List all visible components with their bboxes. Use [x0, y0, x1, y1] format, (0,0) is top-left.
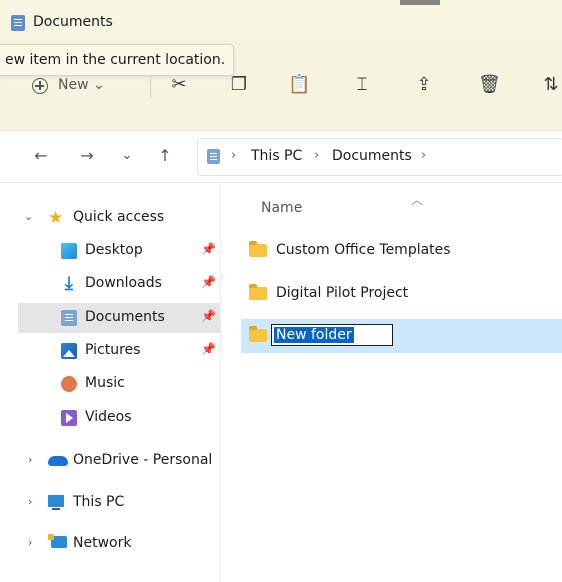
folder-icon: [249, 326, 267, 342]
music-icon: [61, 376, 77, 392]
chevron-right-icon[interactable]: ›: [28, 453, 32, 466]
column-header-name[interactable]: Name: [261, 200, 302, 216]
nav-label: Network: [73, 535, 132, 551]
documents-icon: [207, 149, 220, 164]
rename-input[interactable]: New folder: [271, 324, 393, 346]
navigation-bar: ← → ⌄ ↑ › This PC › Documents ›: [0, 130, 562, 183]
toolbar-separator: [150, 74, 151, 98]
rename-icon[interactable]: ⌶: [351, 74, 373, 96]
address-bar[interactable]: › This PC › Documents ›: [197, 138, 562, 176]
window-title: Documents: [33, 14, 113, 30]
breadcrumb-separator: ›: [231, 148, 237, 163]
folder-icon: [249, 284, 267, 300]
pin-icon: 📌: [201, 275, 216, 289]
chevron-right-icon[interactable]: ›: [28, 536, 32, 549]
nav-onedrive[interactable]: › OneDrive - Personal: [0, 446, 220, 476]
pin-icon: 📌: [201, 309, 216, 323]
up-button[interactable]: ↑: [154, 145, 176, 167]
videos-icon: [61, 410, 77, 426]
pin-icon: 📌: [201, 242, 216, 256]
nav-this-pc[interactable]: › This PC: [0, 488, 220, 518]
delete-icon[interactable]: 🗑: [478, 74, 501, 96]
nav-label: OneDrive - Personal: [73, 452, 213, 468]
nav-documents[interactable]: Documents 📌: [18, 303, 220, 333]
folder-icon: [249, 241, 267, 257]
chevron-down-icon[interactable]: ⌄: [24, 210, 33, 223]
copy-icon[interactable]: ❐: [228, 74, 250, 96]
pin-icon: 📌: [201, 342, 216, 356]
breadcrumb-separator: ›: [314, 148, 320, 163]
nav-label: Quick access: [73, 209, 165, 225]
breadcrumb-separator[interactable]: ›: [421, 148, 426, 163]
tooltip: ew item in the current location.: [0, 44, 235, 76]
downloads-icon: ⤓: [65, 273, 73, 294]
star-icon: ★: [48, 208, 64, 228]
nav-label: Videos: [85, 409, 132, 425]
breadcrumb-documents[interactable]: Documents: [332, 148, 412, 164]
nav-label: Pictures: [85, 342, 141, 358]
chevron-right-icon[interactable]: ›: [28, 495, 32, 508]
onedrive-icon: [48, 456, 68, 466]
forward-button[interactable]: →: [76, 145, 98, 167]
new-button-label: New: [58, 77, 89, 93]
file-row[interactable]: Digital Pilot Project: [241, 277, 562, 311]
nav-network[interactable]: › Network: [0, 529, 220, 559]
nav-label: Music: [85, 375, 125, 391]
rename-selected-text: New folder: [274, 327, 354, 343]
documents-icon: [61, 310, 77, 326]
recent-locations-button[interactable]: ⌄: [116, 145, 138, 167]
cut-icon[interactable]: ✂: [168, 74, 190, 96]
nav-desktop[interactable]: Desktop 📌: [0, 236, 220, 266]
file-row[interactable]: New folder: [241, 319, 562, 353]
this-pc-icon: [48, 495, 64, 510]
sort-ascending-icon: ︿: [411, 193, 424, 207]
nav-label: Documents: [85, 309, 165, 325]
nav-label: This PC: [73, 494, 125, 510]
desktop-icon: [61, 243, 77, 259]
nav-videos[interactable]: Videos: [0, 403, 220, 433]
title-bar-edge: [400, 0, 440, 5]
nav-label: Downloads: [85, 275, 162, 291]
nav-quick-access[interactable]: ⌄ ★ Quick access: [0, 203, 220, 233]
nav-pictures[interactable]: Pictures 📌: [0, 336, 220, 366]
paste-icon[interactable]: 📋: [288, 74, 310, 96]
navigation-pane: ⌄ ★ Quick access Desktop 📌 ⤓ Downloads 📌…: [0, 183, 221, 582]
pictures-icon: [61, 343, 77, 359]
chevron-down-icon: ⌄: [93, 77, 105, 93]
file-row[interactable]: Custom Office Templates: [241, 234, 562, 268]
share-icon[interactable]: ⇪: [413, 74, 435, 96]
back-button[interactable]: ←: [30, 145, 52, 167]
nav-label: Desktop: [85, 242, 143, 258]
breadcrumb-this-pc[interactable]: This PC: [251, 148, 302, 164]
network-icon: [48, 534, 67, 548]
nav-downloads[interactable]: ⤓ Downloads 📌: [0, 269, 220, 299]
nav-music[interactable]: Music: [0, 369, 220, 399]
documents-icon: [11, 15, 25, 31]
sort-icon[interactable]: ⇅: [540, 74, 562, 96]
add-icon: [32, 78, 48, 94]
file-list: ︿ Name Custom Office Templates Digital P…: [221, 183, 562, 582]
file-name: Custom Office Templates: [276, 242, 451, 258]
title-bar: Documents: [0, 0, 562, 42]
file-name: Digital Pilot Project: [276, 285, 409, 301]
